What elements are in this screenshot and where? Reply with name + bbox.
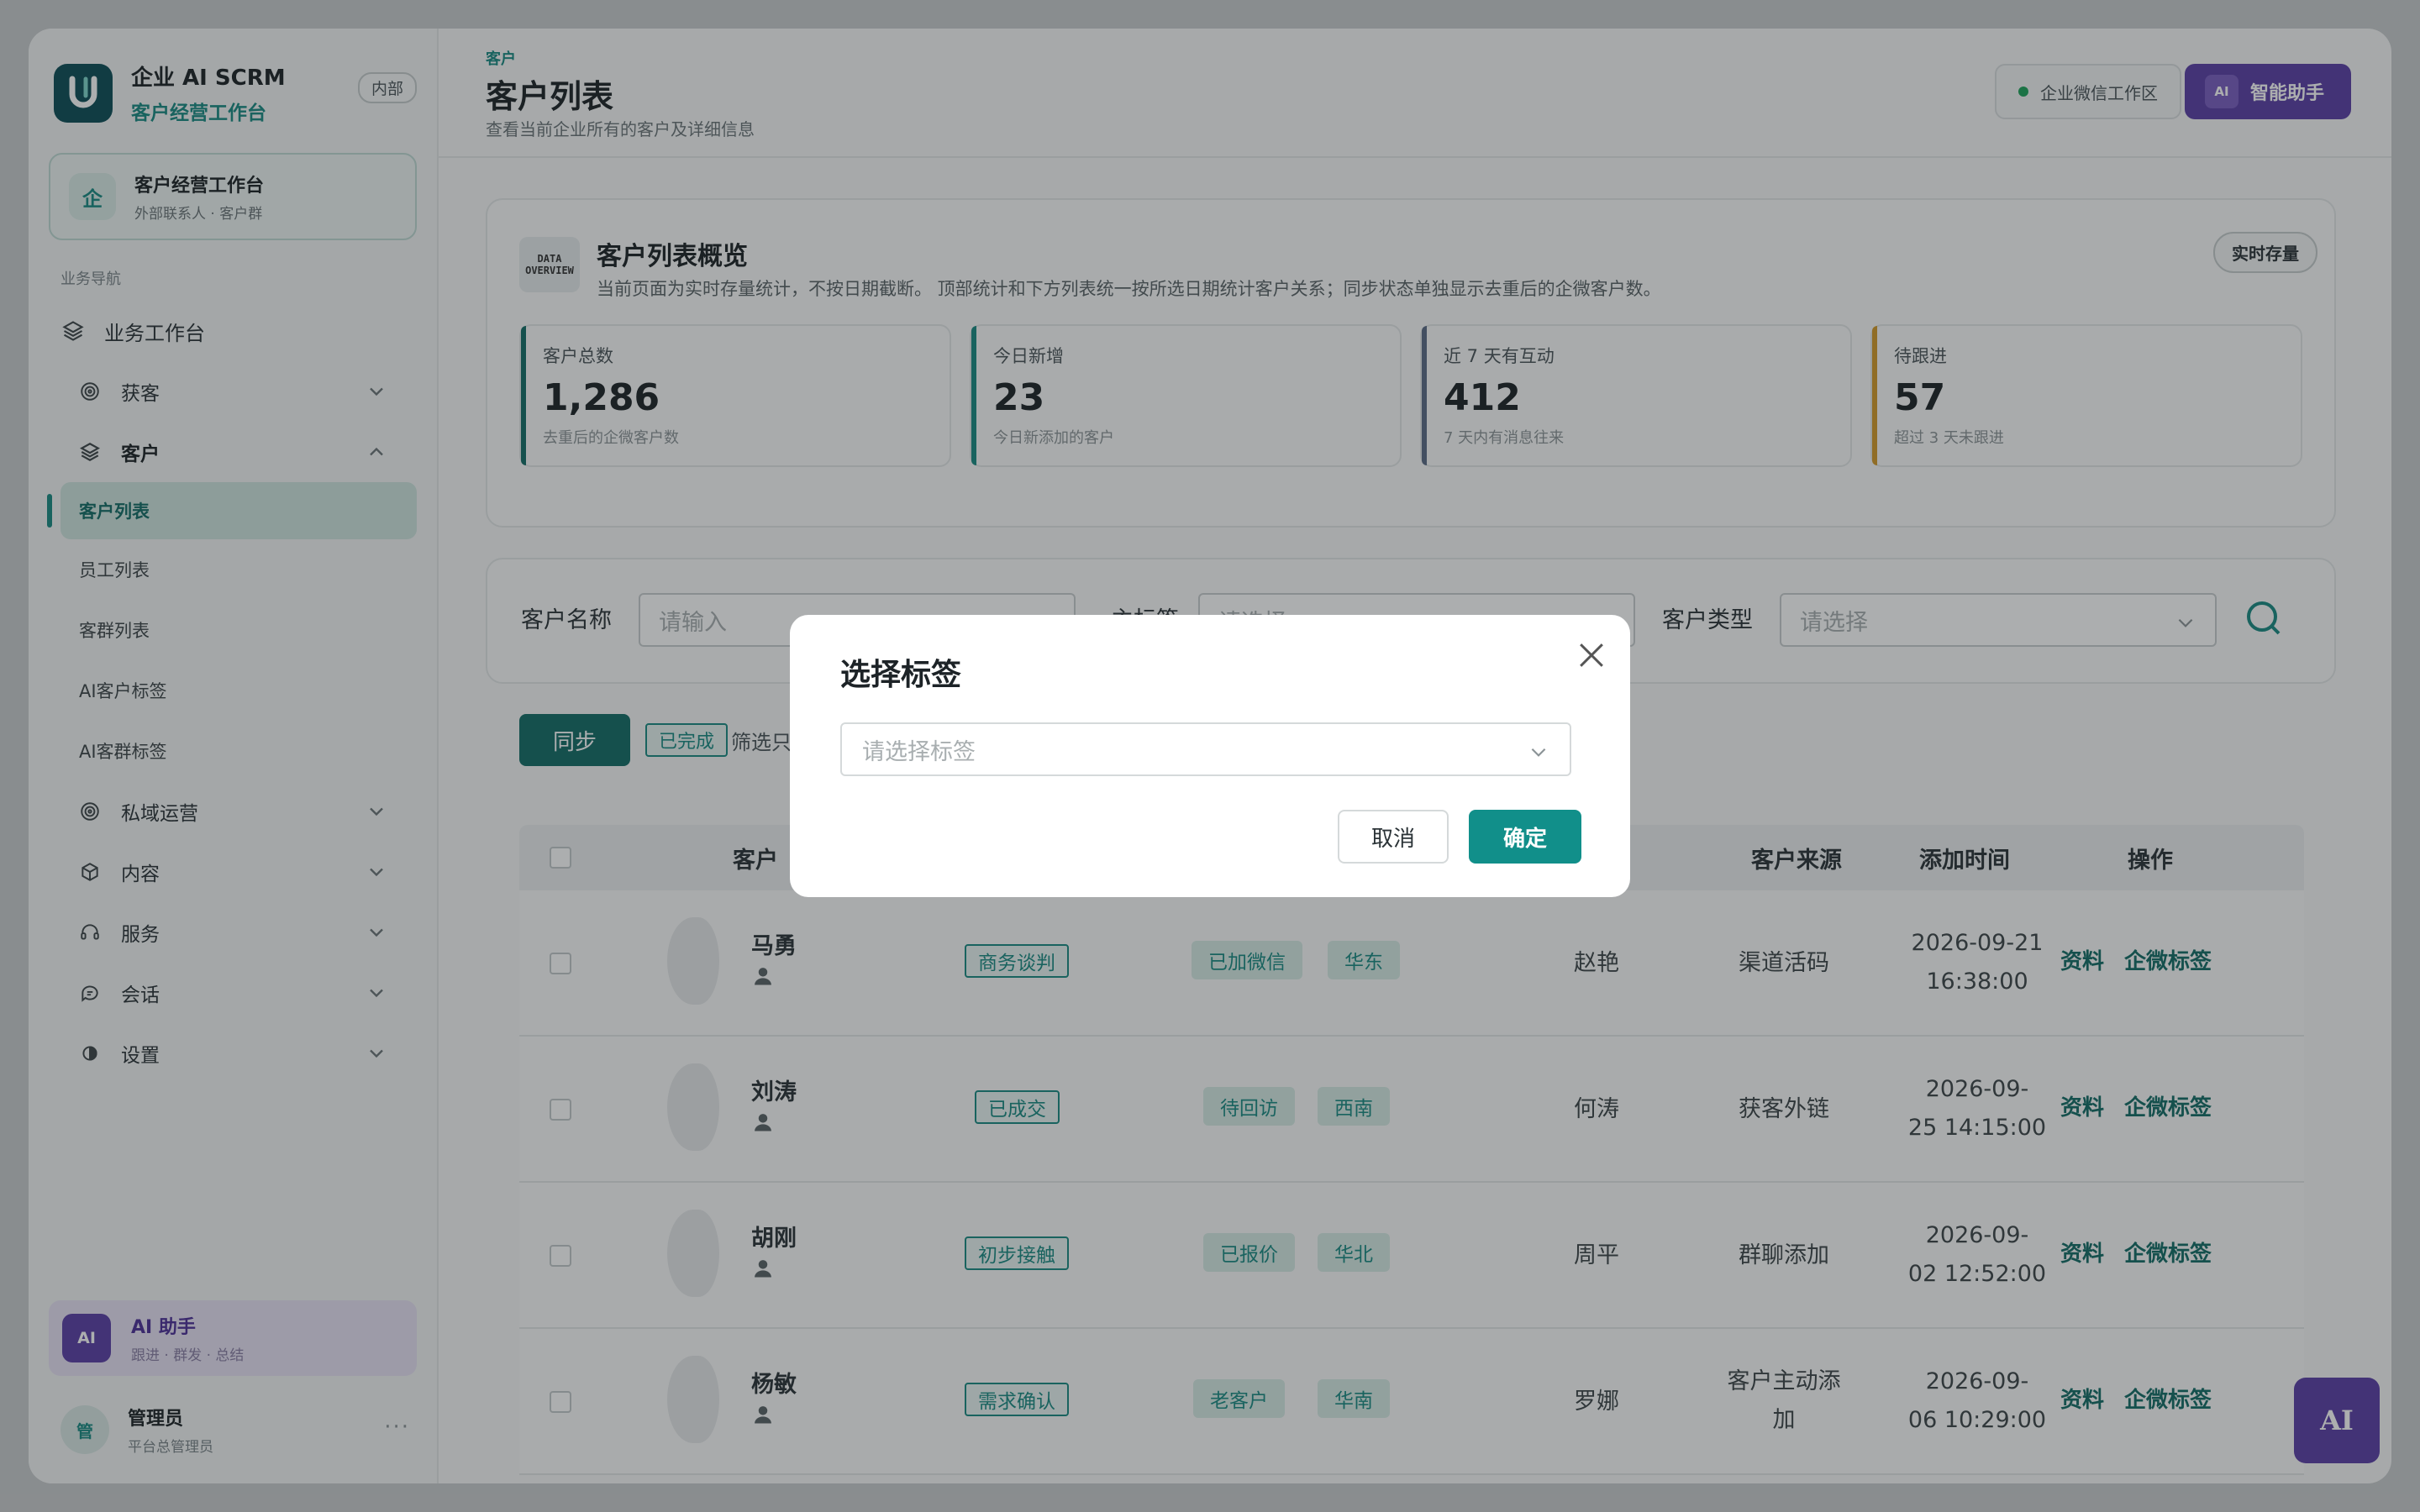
- select-tag-dialog: 选择标签 请选择标签 取消 确定: [790, 615, 1630, 897]
- select-placeholder: 请选择标签: [862, 738, 976, 765]
- dialog-title: 选择标签: [840, 658, 962, 692]
- close-icon[interactable]: [1573, 637, 1610, 674]
- confirm-button[interactable]: 确定: [1469, 810, 1581, 864]
- chevron-down-icon: [1531, 748, 1546, 757]
- cancel-button[interactable]: 取消: [1338, 810, 1449, 864]
- tag-select[interactable]: 请选择标签: [840, 722, 1571, 776]
